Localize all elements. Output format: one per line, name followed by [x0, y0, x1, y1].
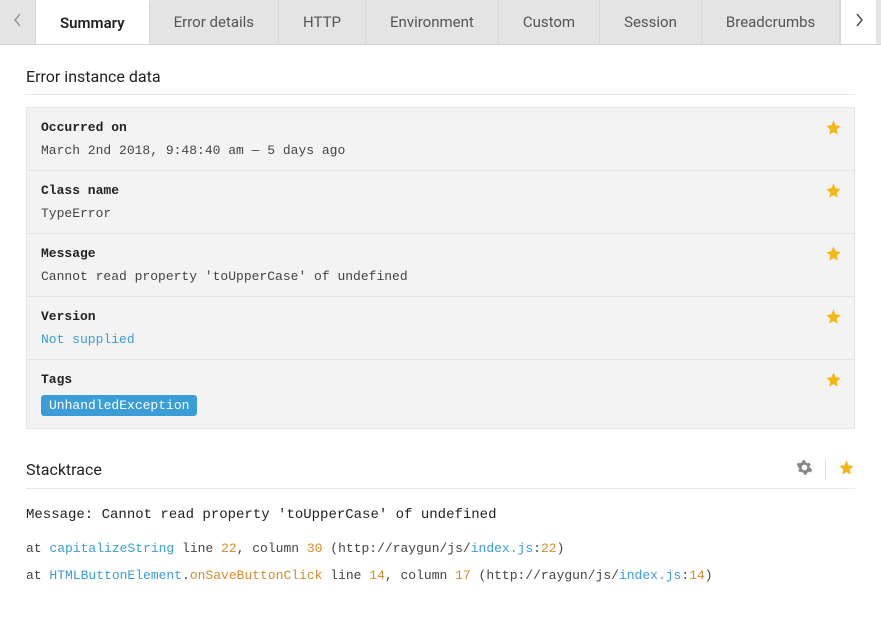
tab-bar: Summary Error details HTTP Environment C… [0, 0, 881, 45]
data-value: TypeError [41, 206, 840, 221]
tab-label: Breadcrumbs [726, 13, 815, 31]
panel-class-name: Class name TypeError [26, 171, 855, 234]
data-label: Tags [41, 372, 840, 387]
tag-pill[interactable]: UnhandledException [41, 395, 197, 416]
trace-col-num: 17 [455, 568, 471, 583]
stacktrace-message: Message: Cannot read property 'toUpperCa… [26, 507, 855, 523]
tab-summary[interactable]: Summary [36, 0, 150, 44]
divider [825, 460, 826, 480]
tab-label: HTTP [303, 13, 341, 31]
stacktrace-frame: at capitalizeString line 22, column 30 (… [26, 541, 855, 556]
star-icon[interactable] [825, 371, 842, 392]
star-icon[interactable] [825, 119, 842, 140]
tab-breadcrumbs[interactable]: Breadcrumbs [702, 0, 840, 44]
tab-session[interactable]: Session [600, 0, 702, 44]
version-value-link[interactable]: Not supplied [41, 332, 840, 347]
trace-col-num: 30 [307, 541, 323, 556]
chevron-right-icon [854, 13, 864, 31]
panel-version: Version Not supplied [26, 297, 855, 360]
trace-file: index.js [471, 541, 533, 556]
section-title: Error instance data [26, 67, 161, 86]
tab-error-details[interactable]: Error details [150, 0, 279, 44]
data-label: Class name [41, 183, 840, 198]
tab-scroll-left-button[interactable] [0, 0, 36, 44]
trace-line-num: 22 [221, 541, 237, 556]
data-label: Message [41, 246, 840, 261]
tab-label: Environment [390, 13, 474, 31]
trace-file: index.js [619, 568, 681, 583]
stacktrace-heading: Stacktrace [26, 459, 855, 489]
tab-label: Session [624, 13, 677, 31]
star-icon[interactable] [825, 245, 842, 266]
trace-event: onSaveButtonClick [190, 568, 323, 583]
tab-label: Error details [174, 13, 254, 31]
stacktrace-frame: at HTMLButtonElement.onSaveButtonClick l… [26, 568, 855, 583]
stacktrace-actions [796, 459, 855, 480]
star-icon[interactable] [825, 182, 842, 203]
trace-class: HTMLButtonElement [49, 568, 182, 583]
content: Error instance data Occurred on March 2n… [0, 45, 881, 617]
tab-http[interactable]: HTTP [279, 0, 366, 44]
panel-occurred-on: Occurred on March 2nd 2018, 9:48:40 am —… [26, 107, 855, 171]
error-instance-heading: Error instance data [26, 67, 855, 95]
star-icon[interactable] [838, 459, 855, 480]
data-label: Occurred on [41, 120, 840, 135]
data-value: March 2nd 2018, 9:48:40 am — 5 days ago [41, 143, 840, 158]
tab-scroll-right-button[interactable] [840, 0, 876, 44]
tab-label: Custom [523, 13, 575, 31]
section-title: Stacktrace [26, 460, 102, 479]
panel-tags: Tags UnhandledException [26, 360, 855, 429]
trace-function: capitalizeString [49, 541, 174, 556]
star-icon[interactable] [825, 308, 842, 329]
tab-custom[interactable]: Custom [499, 0, 600, 44]
trace-line-num: 14 [369, 568, 385, 583]
data-label: Version [41, 309, 840, 324]
chevron-left-icon [13, 13, 23, 31]
error-data-panels: Occurred on March 2nd 2018, 9:48:40 am —… [26, 107, 855, 429]
tab-environment[interactable]: Environment [366, 0, 499, 44]
gear-icon[interactable] [796, 459, 813, 480]
panel-message: Message Cannot read property 'toUpperCas… [26, 234, 855, 297]
tags-container: UnhandledException [41, 395, 840, 416]
data-value: Cannot read property 'toUpperCase' of un… [41, 269, 840, 284]
tab-label: Summary [60, 14, 125, 32]
